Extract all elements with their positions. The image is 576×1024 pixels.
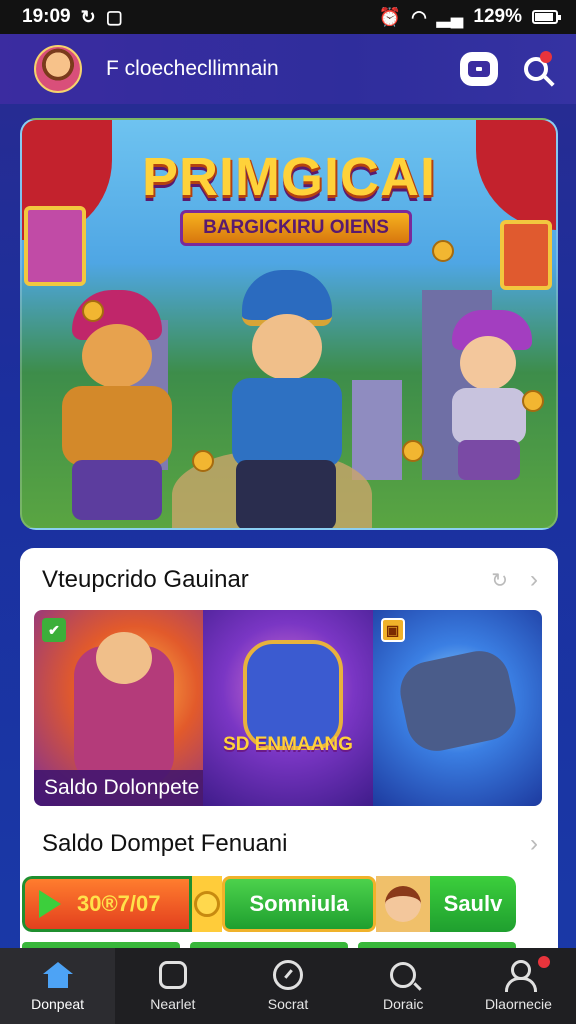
section-title: Vteupcrido Gauinar [42, 566, 249, 593]
app-title: F cloechecllimnain [106, 57, 279, 80]
coin-icon [192, 876, 222, 932]
app-bar: F cloechecllimnain [0, 34, 576, 104]
chat-button[interactable] [460, 52, 498, 86]
signal-icon: ▂▄ [436, 7, 464, 27]
wallet-section-header[interactable]: Saldo Dompet Fenuani › [42, 826, 538, 862]
nav-item-social[interactable]: Socrat [230, 948, 345, 1024]
jester-character [42, 290, 192, 520]
play-icon [39, 890, 61, 918]
tile-caption: Saldo Dolonpete [34, 770, 204, 806]
chat-icon [468, 61, 490, 77]
check-badge-icon: ✔ [42, 618, 66, 642]
search-icon [390, 962, 417, 988]
search-button[interactable] [516, 49, 556, 89]
coin-icon [192, 450, 214, 472]
nav-item-market[interactable]: Nearlet [115, 948, 230, 1024]
nav-item-profile[interactable]: Dlaornecie [461, 948, 576, 1024]
nav-item-search[interactable]: Doraic [346, 948, 461, 1024]
character-head [96, 632, 152, 684]
nav-label: Nearlet [150, 996, 196, 1012]
hero-title: PRIMGICAI [141, 147, 436, 207]
wallet-action-button[interactable]: Somniula [222, 876, 376, 932]
wallet-amount[interactable]: 30®7/07 [22, 876, 192, 932]
save-button[interactable]: Saulv [430, 876, 516, 932]
wallet-amount-value: 30®7/07 [77, 891, 161, 916]
billboard-left [24, 206, 86, 286]
coin-icon [432, 240, 454, 262]
sync-icon: ↻ [80, 7, 96, 27]
section-header[interactable]: Vteupcrido Gauinar ↻ › [42, 562, 538, 598]
alarm-icon: ⏰ [378, 7, 402, 27]
coin-icon [402, 440, 424, 462]
battery-icon [532, 10, 561, 24]
box-icon [158, 961, 187, 989]
nav-item-home[interactable]: Donpeat [0, 948, 116, 1024]
section-title: Saldo Dompet Fenuani [42, 830, 288, 857]
game-tile[interactable]: ✔ Saldo Dolonpete [34, 610, 204, 806]
refresh-icon[interactable]: ↻ [491, 568, 508, 593]
hero-subtitle: BARGICKIRU OIENS [180, 210, 412, 246]
character-avatar-icon [376, 876, 430, 932]
hero-character [202, 270, 372, 528]
coin-icon [522, 390, 544, 412]
billboard-right [500, 220, 552, 290]
notification-dot [538, 956, 551, 968]
game-tiles: ✔ Saldo Dolonpete SD ENMAANG ▣ [34, 610, 542, 806]
notification-dot [540, 51, 552, 63]
bottom-nav: Donpeat Nearlet Socrat Doraic Dlaornecie [0, 948, 576, 1024]
nav-label: Dlaornecie [484, 996, 552, 1012]
wifi-icon: ◠ [411, 7, 427, 27]
wallet-bar: 30®7/07 Somniula Saulv [22, 876, 516, 932]
chevron-right-icon[interactable]: › [530, 566, 538, 594]
game-tile[interactable]: ▣ [372, 610, 542, 806]
home-icon [42, 962, 73, 988]
status-time: 19:09 [22, 6, 71, 27]
badge-icon: ▣ [380, 618, 405, 642]
nav-label: Doraic [382, 996, 424, 1012]
coin-icon [82, 300, 104, 322]
mech-art [394, 645, 521, 757]
status-bar: 19:09 ↻ ▢ ⏰ ◠ ▂▄ 129% [0, 0, 576, 34]
chevron-right-icon[interactable]: › [530, 830, 538, 858]
clock-icon [273, 960, 303, 990]
nav-label: Donpeat [31, 996, 85, 1012]
game-tile[interactable]: SD ENMAANG [203, 610, 373, 806]
app-notification-icon: ▢ [105, 7, 123, 27]
user-icon [503, 960, 538, 992]
avatar[interactable] [34, 45, 82, 93]
battery-percent: 129% [473, 6, 522, 27]
nav-label: Socrat [267, 996, 309, 1012]
tile-label: SD ENMAANG [223, 734, 353, 755]
hero-banner[interactable]: PRIMGICAI BARGICKIRU OIENS [20, 118, 558, 530]
